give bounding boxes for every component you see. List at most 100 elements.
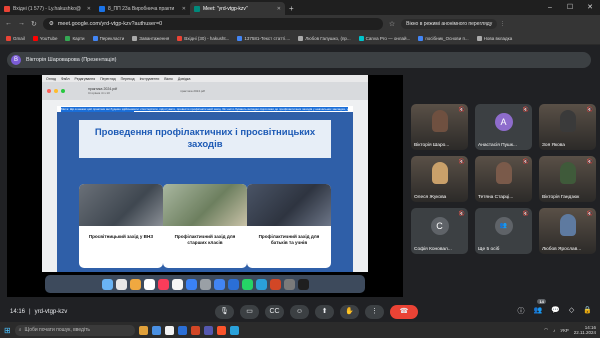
telegram-taskbar-icon[interactable] [229,325,239,335]
preview-icon[interactable] [283,278,295,290]
app-store-icon[interactable] [185,278,197,290]
muted-mic-icon: 🔇 [522,159,529,165]
taskbar-search[interactable]: ⌕ Щоби почати пошук, введіть [14,324,135,336]
end-call-button[interactable]: ☎ [390,305,418,319]
new-tab-button[interactable]: + [285,2,298,15]
telegram-icon[interactable] [255,278,267,290]
incognito-indicator[interactable]: Вікно в режимі анонімного перегляду ⋮ [401,18,505,29]
docs-icon [99,5,105,12]
group-avatar-icon: 👥 [494,217,513,235]
meeting-code: yrd-vtgp-kzv [34,309,68,315]
trash-icon[interactable] [297,278,309,290]
participant-tile[interactable]: 🔇 Любов Ярослав... [539,208,596,254]
bookmark-item[interactable]: Вхідні (30) - hakusht... [177,35,230,41]
pdf-viewer-window: практика 2024.pdf Сторінка 4 із 10 практ… [42,82,368,272]
slide-card-parents: Профілактичний захід для батьків та учні… [247,184,331,268]
close-tab-icon[interactable]: ✕ [182,6,186,12]
bookmark-item[interactable]: 137581-Текст статті.... [237,35,290,41]
brave-icon[interactable] [216,325,226,335]
mac-menu-item: Перегляд [100,76,116,81]
participant-tile[interactable]: 🔇 Зоя Якова [539,104,596,150]
participant-tile[interactable]: 🔇 Олеся Жукова [411,156,468,202]
taskbar-clock[interactable]: 14:16 22.11.2024 [574,325,596,336]
word-icon[interactable] [227,278,239,290]
meet-side-controls: ⓘ 👥 14 💬 ◇ 🔒 [517,299,592,316]
people-icon[interactable]: 👥 14 [533,299,546,316]
powerpoint-taskbar-icon[interactable] [190,325,200,335]
participant-name: Вікторія Шаро... [414,143,450,148]
participant-tile[interactable]: 🔇 Вікторія Шаро... [411,104,468,150]
participant-tile[interactable]: С 🔇 Софія Коновал... [411,208,468,254]
close-dot-icon[interactable] [47,89,51,93]
bookmark-label: Вхідні (30) - hakusht... [184,35,230,41]
language-indicator[interactable]: УКР [560,328,568,333]
chrome-icon[interactable] [213,278,225,290]
camera-button[interactable]: ▭ [240,305,259,319]
forward-icon[interactable]: → [18,20,25,27]
chat-icon[interactable]: 💬 [551,306,560,316]
raise-hand-button[interactable]: ✋ [340,305,359,319]
launchpad-icon[interactable] [115,278,127,290]
photos-icon[interactable] [129,278,141,290]
zoom-dot-icon[interactable] [61,89,65,93]
back-icon[interactable]: ← [5,20,12,27]
finder-icon[interactable] [101,278,113,290]
url-field[interactable]: ⚙ meet.google.com/yrd-vtgp-kzv?authuser=… [42,17,383,30]
notes-icon[interactable] [171,278,183,290]
bookmark-item[interactable]: Любов Галушко, (пр... [298,35,351,41]
whatsapp-icon[interactable] [241,278,253,290]
presenter-banner: В Вікторія Шароварова (Презентація) [7,52,591,68]
close-window-icon[interactable]: ✕ [580,0,600,15]
participant-tile[interactable]: А 🔇 Анастасія Пушк... [475,104,532,150]
bookmark-item[interactable]: Gmail [6,35,25,41]
settings-icon[interactable] [199,278,211,290]
participant-name: Софія Коновал... [414,247,452,252]
meeting-separator: | [29,309,31,315]
powerpoint-icon[interactable] [269,278,281,290]
emoji-button[interactable]: ☺ [290,305,309,319]
activities-icon[interactable]: ◇ [569,306,574,316]
volume-icon[interactable]: ♪ [553,328,555,333]
info-icon[interactable]: ⓘ [517,306,524,316]
participant-tile[interactable]: 🔇 Тетяна Старці... [475,156,532,202]
reload-icon[interactable]: ↻ [31,20,37,28]
windows-start-icon[interactable]: ⊞ [4,326,11,335]
maximize-icon[interactable]: ☐ [560,0,580,15]
browser-tab-practice[interactable]: 8_ПП 23а Виробнича практи ✕ [95,2,190,15]
bookmark-item[interactable]: YouTube [32,35,57,41]
bookmark-item[interactable]: Завантаження [132,35,169,41]
minimize-dot-icon[interactable] [54,89,58,93]
minimize-icon[interactable]: – [540,0,560,15]
more-options-button[interactable]: ⋮ [365,305,384,319]
captions-button[interactable]: CC [265,305,284,319]
browser-tab-meet[interactable]: Meet: "yrd-vtgp-kzv" ✕ [190,2,285,15]
meeting-info: 14:16 | yrd-vtgp-kzv [10,309,67,315]
bookmark-favicon-icon [476,35,482,41]
bookmark-item[interactable]: Canva Pro — онлай... [358,35,410,41]
bookmark-favicon-icon [32,35,38,41]
edge-icon[interactable] [151,325,161,335]
site-info-icon[interactable]: ⚙ [49,21,54,27]
calendar-icon[interactable] [143,278,155,290]
present-button[interactable]: ⬆ [315,305,334,319]
music-icon[interactable] [157,278,169,290]
teams-icon[interactable] [203,325,213,335]
lock-icon[interactable]: 🔒 [583,306,592,316]
close-tab-icon[interactable]: ✕ [277,6,281,12]
close-tab-icon[interactable]: ✕ [87,6,91,12]
word-taskbar-icon[interactable] [177,325,187,335]
explorer-icon[interactable] [138,325,148,335]
bookmark-item[interactable]: Нова вкладка [476,35,512,41]
menu-dots-icon[interactable]: ⋮ [500,21,505,27]
bookmark-item[interactable]: посібник_Основи п... [418,35,469,41]
participant-tile[interactable]: 👥 🔇 Ще 5 осіб [475,208,532,254]
bookmark-item[interactable]: Перекласти [92,35,124,41]
bookmark-star-icon[interactable]: ☆ [389,20,395,28]
wifi-icon[interactable]: ◠ [544,327,548,333]
participant-tile[interactable]: 🔇 Вікторія Гандзюк [539,156,596,202]
bookmark-label: посібник_Основи п... [425,35,469,41]
microphone-button[interactable]: 🎙 [215,305,234,319]
browser-tab-gmail[interactable]: Вхідні (1 577) - Ly.hakushko@ ✕ [0,2,95,15]
bookmark-item[interactable]: Карти [65,35,85,41]
chrome-taskbar-icon[interactable] [164,325,174,335]
